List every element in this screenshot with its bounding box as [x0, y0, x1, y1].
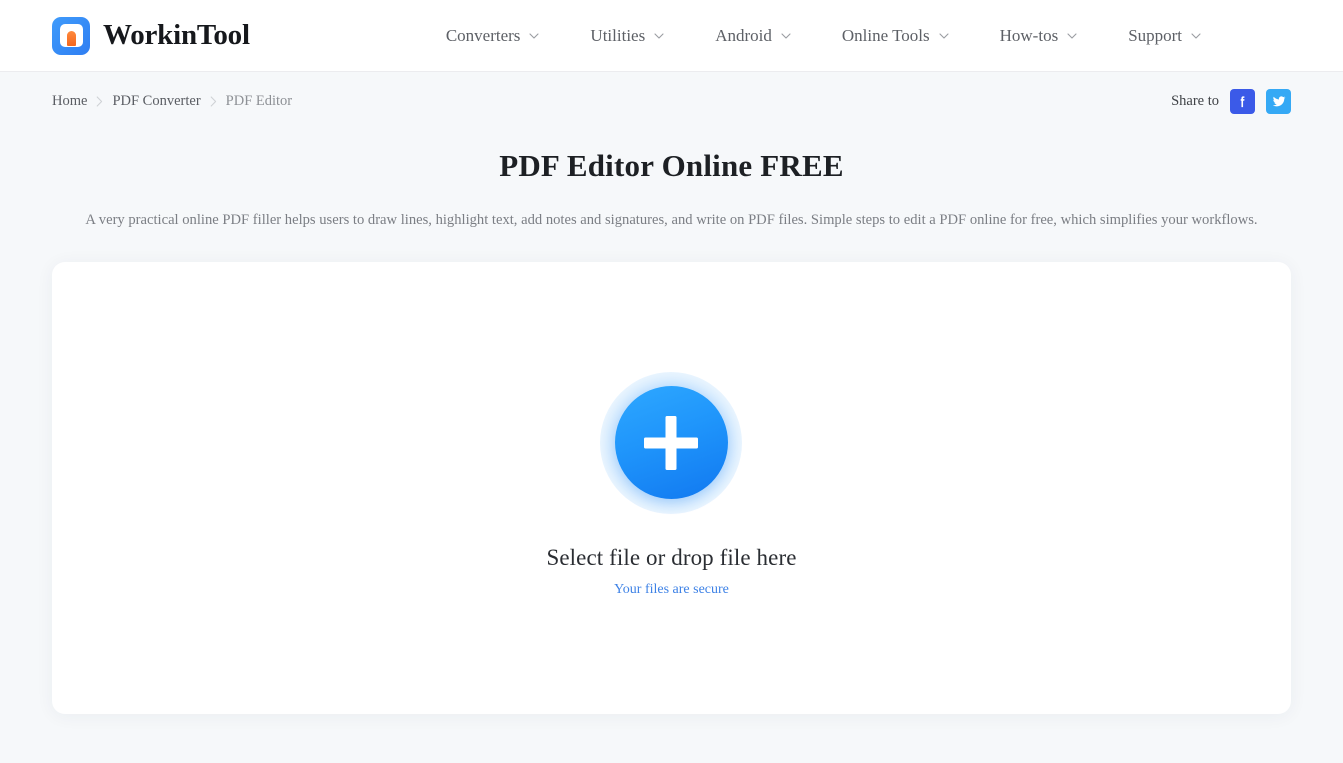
logo-inner-square: [59, 24, 83, 47]
main-navigation: Converters Utilities Android Online Tool…: [446, 26, 1201, 46]
brand-logo-link[interactable]: WorkinTool: [52, 16, 250, 55]
files-are-secure-link[interactable]: Your files are secure: [614, 582, 729, 598]
chevron-down-icon: [939, 31, 949, 41]
chevron-down-icon: [529, 31, 539, 41]
nav-item-android[interactable]: Android: [715, 26, 791, 46]
chevron-right-icon: [96, 95, 103, 107]
breadcrumb-item-pdf-converter[interactable]: PDF Converter: [112, 93, 200, 110]
twitter-share-button[interactable]: [1266, 88, 1291, 114]
site-header: WorkinTool Converters Utilities Android …: [0, 0, 1343, 72]
page-subtitle: A very practical online PDF filler helps…: [85, 212, 1258, 228]
nav-item-label: Android: [715, 25, 772, 45]
nav-item-label: Converters: [445, 25, 521, 45]
plus-icon: [644, 416, 698, 470]
brand-name: WorkinTool: [103, 19, 250, 51]
nav-item-label: How-tos: [999, 25, 1059, 45]
page-title: PDF Editor Online FREE: [499, 148, 844, 183]
chevron-down-icon: [654, 31, 664, 41]
select-file-button[interactable]: [614, 386, 728, 500]
nav-item-support[interactable]: Support: [1128, 26, 1201, 46]
share-label: Share to: [1171, 92, 1219, 109]
breadcrumb-item-pdf-editor: PDF Editor: [225, 92, 293, 109]
workintool-logo-icon: [52, 16, 90, 55]
breadcrumb-item-home[interactable]: Home: [52, 93, 87, 110]
twitter-icon: [1271, 93, 1287, 109]
hero-section: PDF Editor Online FREE A very practical …: [0, 148, 1343, 232]
upload-card-zone: Select file or drop file here Your files…: [0, 261, 1343, 714]
nav-item-online-tools[interactable]: Online Tools: [842, 26, 949, 46]
upload-button-halo: [600, 371, 743, 514]
drop-zone-title: Select file or drop file here: [546, 544, 797, 570]
drop-zone-content: Select file or drop file here Your files…: [546, 371, 797, 598]
nav-item-converters[interactable]: Converters: [446, 26, 540, 46]
nav-item-label: Online Tools: [841, 25, 930, 45]
chevron-down-icon: [781, 31, 791, 41]
nav-item-utilities[interactable]: Utilities: [590, 26, 664, 46]
breadcrumb: Home PDF Converter PDF Editor: [52, 93, 292, 110]
facebook-share-button[interactable]: [1230, 88, 1255, 114]
facebook-icon: [1235, 94, 1250, 109]
nav-item-how-tos[interactable]: How-tos: [1000, 26, 1078, 46]
share-group: Share to: [1171, 88, 1291, 114]
breadcrumb-bar: Home PDF Converter PDF Editor Share to: [0, 72, 1343, 130]
logo-orange-mark: [66, 31, 76, 46]
chevron-down-icon: [1067, 31, 1077, 41]
file-drop-zone[interactable]: Select file or drop file here Your files…: [52, 261, 1291, 714]
nav-item-label: Utilities: [590, 25, 646, 45]
nav-item-label: Support: [1128, 25, 1183, 45]
chevron-right-icon: [210, 95, 217, 107]
chevron-down-icon: [1191, 31, 1201, 41]
